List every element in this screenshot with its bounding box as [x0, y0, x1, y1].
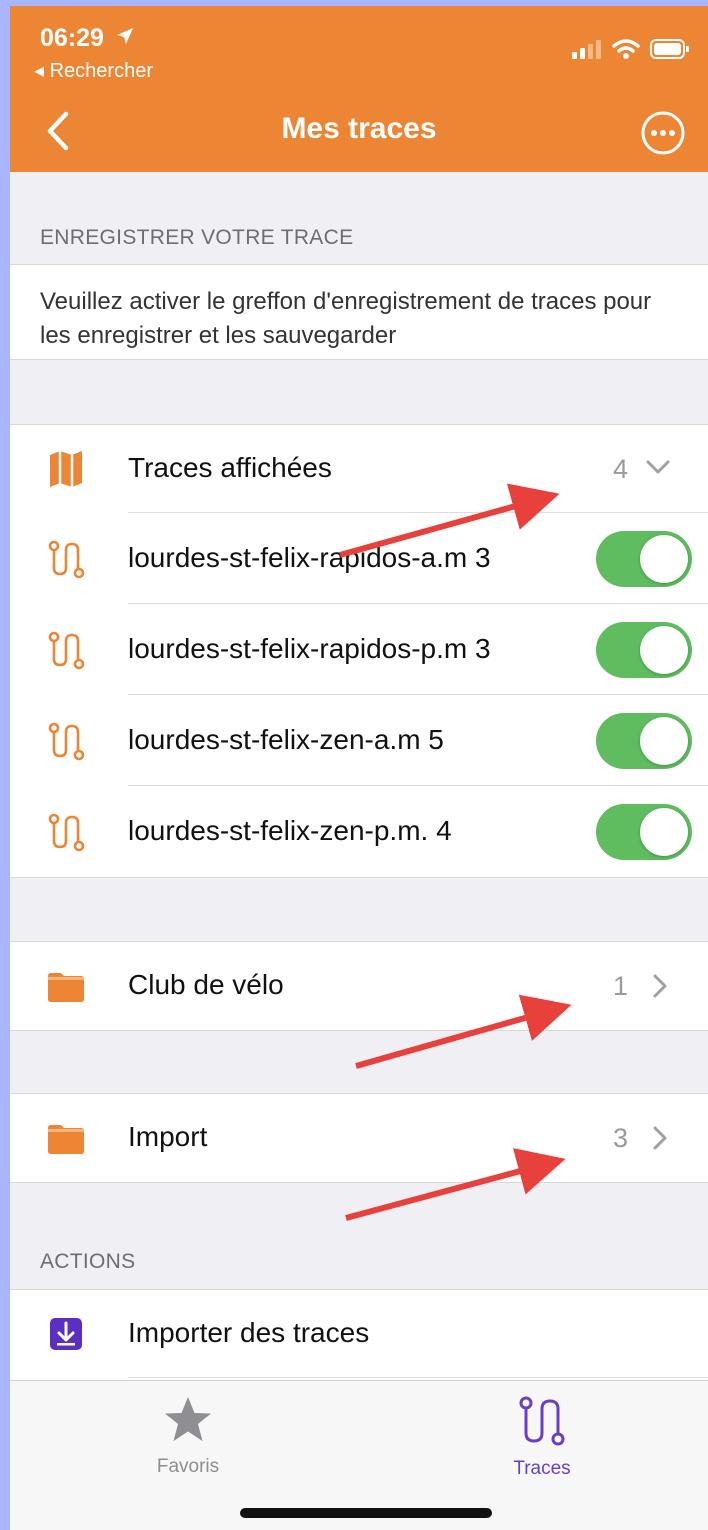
- folder-card-import: Import 3: [10, 1093, 708, 1183]
- folder-row-club-de-velo[interactable]: Club de vélo 1: [10, 942, 708, 1030]
- map-icon: [46, 449, 86, 489]
- tab-favoris-label: Favoris: [156, 1456, 220, 1477]
- folder-name: Import: [128, 1121, 208, 1152]
- tab-traces-label: Traces: [513, 1458, 571, 1479]
- route-icon: [516, 1396, 568, 1451]
- home-indicator[interactable]: [240, 1508, 492, 1518]
- import-traces-row[interactable]: Importer des traces: [10, 1290, 708, 1378]
- displayed-traces-header-row[interactable]: Traces affichées 4: [10, 425, 708, 513]
- chevron-right-icon: [648, 1124, 672, 1157]
- phone-screen: 06:29 ◂ Rechercher Mes traces ENREGISTRE…: [10, 6, 708, 1530]
- folder-icon: [46, 966, 86, 1006]
- star-icon: [162, 1397, 214, 1449]
- toggle-knob: [640, 535, 688, 583]
- actions-card: Importer des traces: [10, 1289, 708, 1382]
- route-icon: [46, 630, 86, 670]
- import-traces-label: Importer des traces: [128, 1317, 370, 1348]
- track-visibility-toggle[interactable]: [596, 622, 692, 678]
- import-download-icon: [46, 1314, 86, 1354]
- wifi-icon: [612, 38, 640, 65]
- record-description: Veuillez activer le greffon d'enregistre…: [40, 288, 652, 349]
- track-visibility-toggle[interactable]: [596, 531, 692, 587]
- track-row[interactable]: lourdes-st-felix-rapidos-a.m 3: [10, 513, 708, 604]
- battery-icon: [650, 39, 690, 64]
- actions-section-header: ACTIONS: [40, 1250, 136, 1273]
- displayed-traces-count: 4: [612, 454, 628, 484]
- track-name: lourdes-st-felix-rapidos-a.m 3: [128, 542, 491, 573]
- track-row[interactable]: lourdes-st-felix-zen-a.m 5: [10, 695, 708, 786]
- folder-row-import[interactable]: Import 3: [10, 1094, 708, 1182]
- back-to-app-link[interactable]: ◂ Rechercher: [34, 58, 153, 83]
- route-icon: [46, 539, 86, 579]
- track-name: lourdes-st-felix-zen-p.m. 4: [128, 815, 452, 846]
- toggle-knob: [640, 626, 688, 674]
- route-icon: [46, 721, 86, 761]
- folder-count: 3: [612, 1123, 628, 1153]
- row-separator: [128, 1377, 708, 1378]
- status-time: 06:29: [40, 24, 135, 53]
- folder-count: 1: [612, 971, 628, 1001]
- folder-icon: [46, 1118, 86, 1158]
- toggle-knob: [640, 717, 688, 765]
- tab-favoris[interactable]: Favoris: [108, 1395, 268, 1478]
- tab-traces[interactable]: Traces: [462, 1395, 622, 1480]
- signal-icon: [572, 39, 602, 64]
- status-icons: [572, 38, 690, 65]
- track-row[interactable]: lourdes-st-felix-rapidos-p.m 3: [10, 604, 708, 695]
- navigation-bar: 06:29 ◂ Rechercher Mes traces: [10, 6, 708, 172]
- folder-name: Club de vélo: [128, 969, 284, 1000]
- track-visibility-toggle[interactable]: [596, 804, 692, 860]
- track-row[interactable]: lourdes-st-felix-zen-p.m. 4: [10, 786, 708, 877]
- track-visibility-toggle[interactable]: [596, 713, 692, 769]
- displayed-traces-label: Traces affichées: [128, 452, 332, 483]
- chevron-right-icon: [648, 972, 672, 1005]
- more-options-icon[interactable]: [640, 110, 686, 161]
- record-section-header: ENREGISTRER VOTRE TRACE: [40, 226, 354, 249]
- chevron-down-icon: [644, 455, 672, 484]
- folder-card-club: Club de vélo 1: [10, 941, 708, 1031]
- page-title: Mes traces: [281, 112, 437, 145]
- displayed-traces-card: Traces affichées 4 lourdes-st-felix-rapi…: [10, 424, 708, 878]
- location-arrow-icon: [115, 24, 135, 53]
- track-name: lourdes-st-felix-rapidos-p.m 3: [128, 633, 491, 664]
- route-icon: [46, 812, 86, 852]
- toggle-knob: [640, 808, 688, 856]
- record-description-card: Veuillez activer le greffon d'enregistre…: [10, 264, 708, 360]
- track-name: lourdes-st-felix-zen-a.m 5: [128, 724, 444, 755]
